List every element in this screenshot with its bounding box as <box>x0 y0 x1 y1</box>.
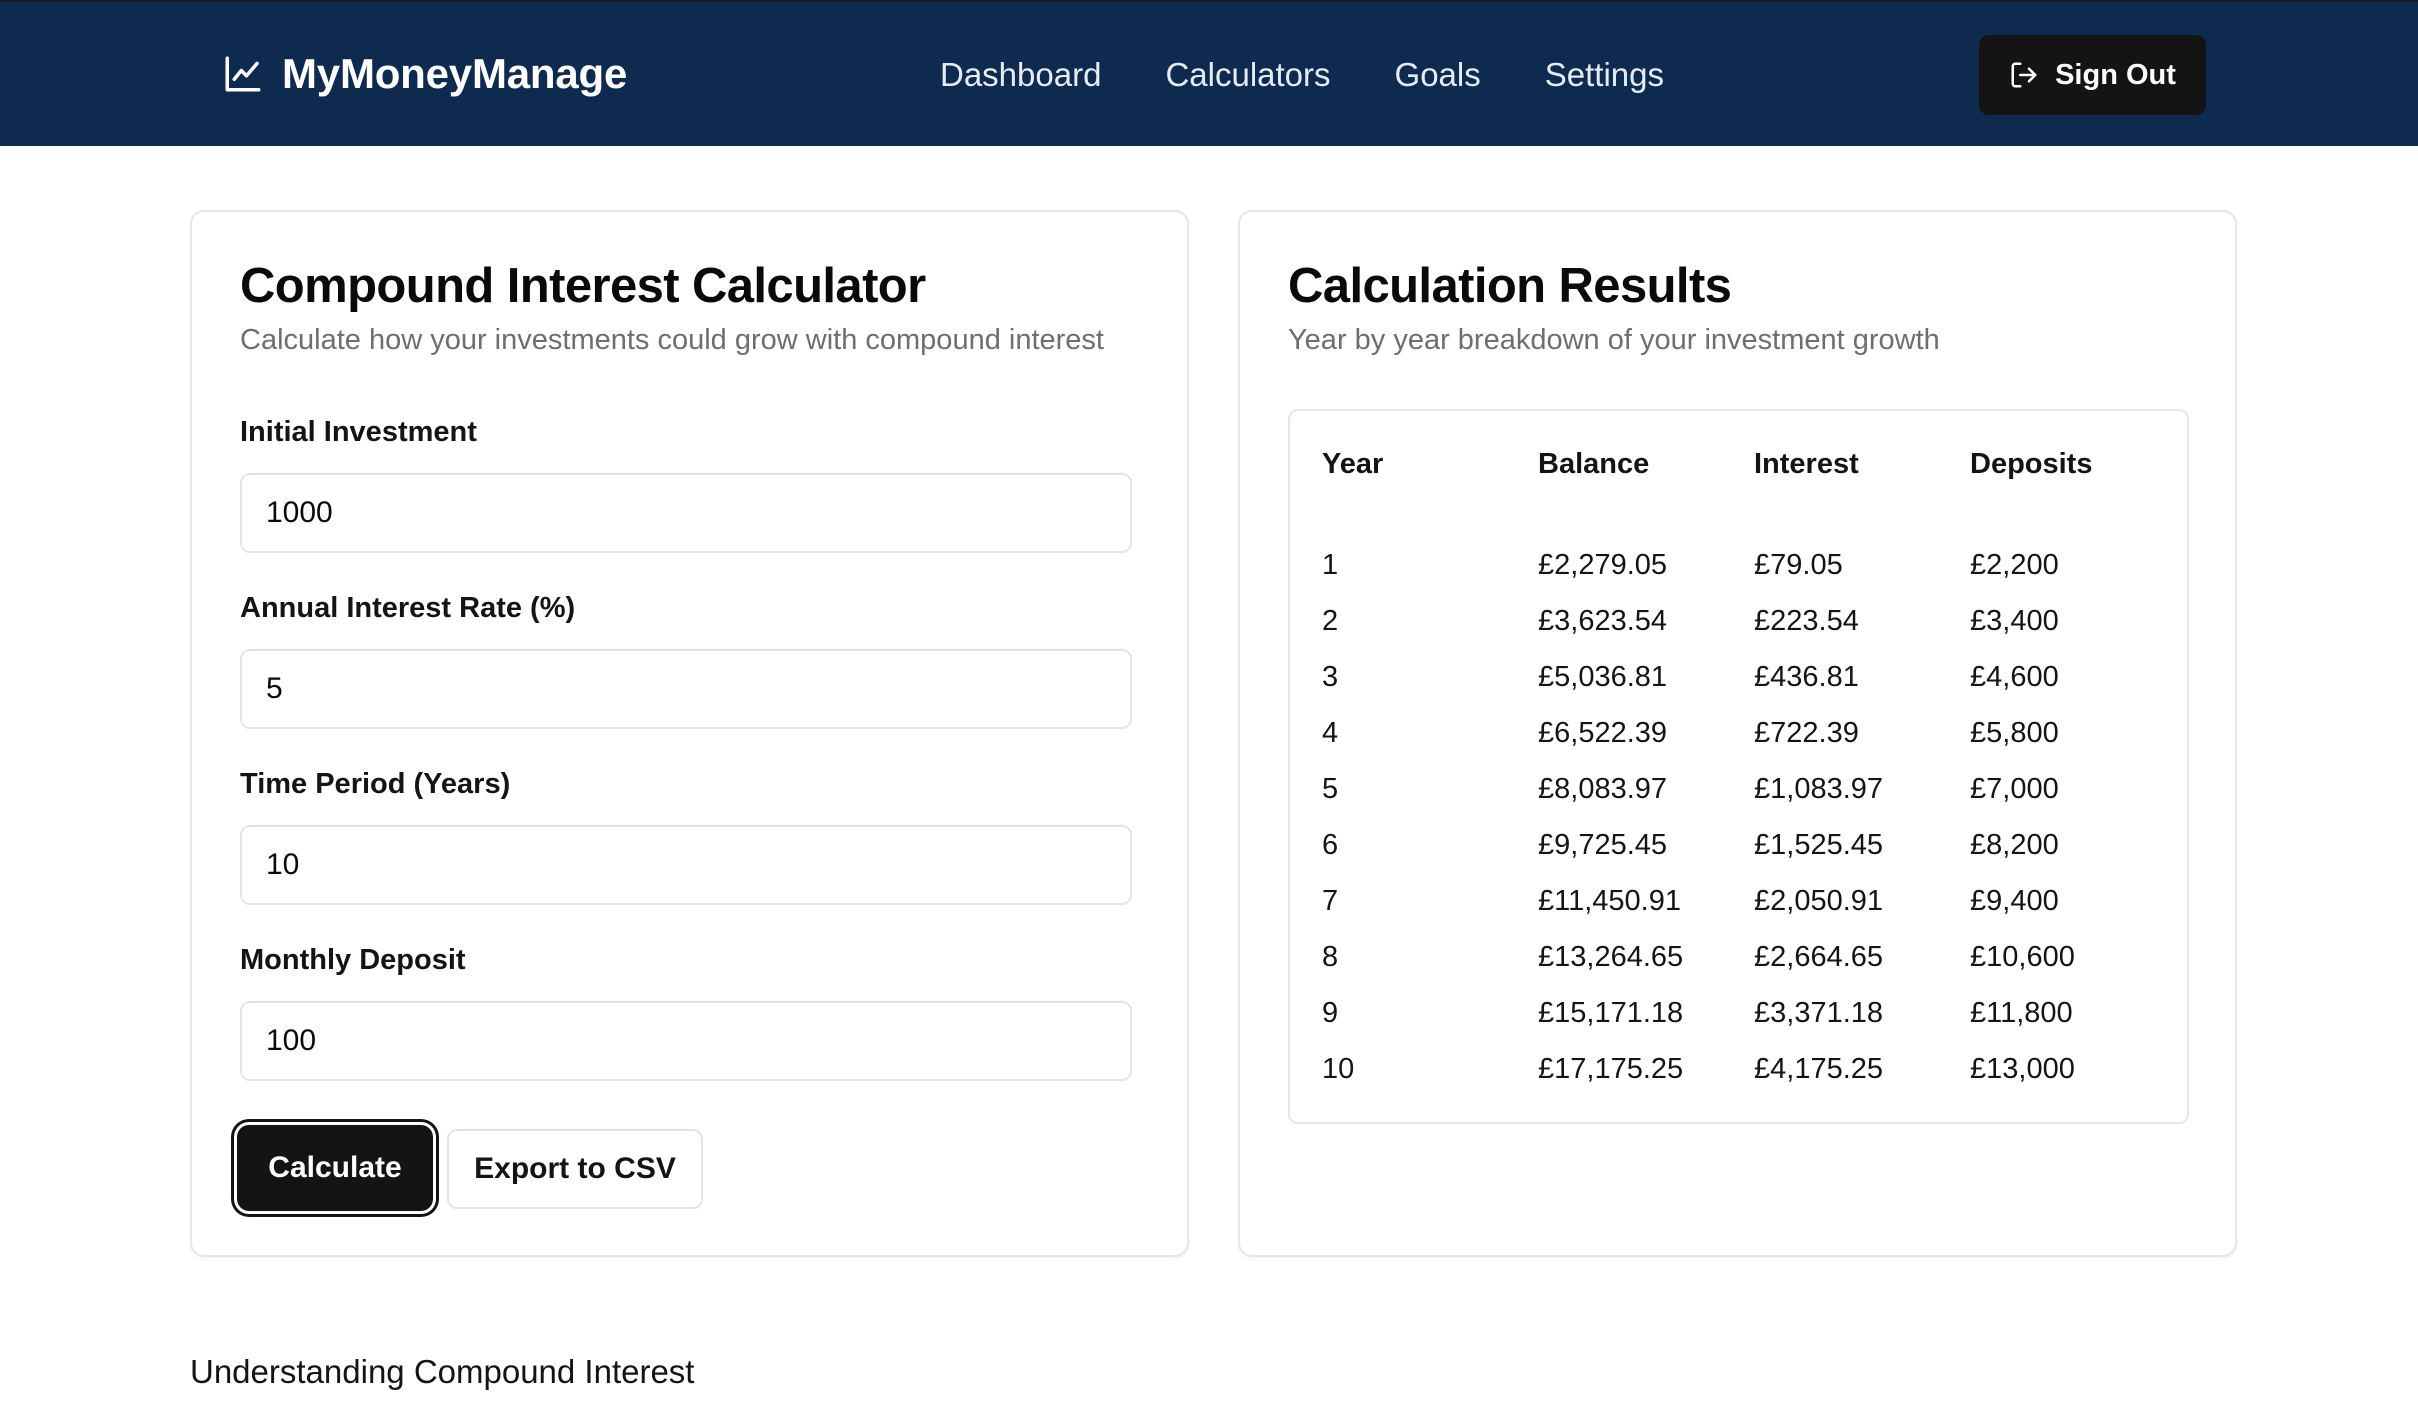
cell-deposits: £5,800 <box>1970 716 2059 749</box>
table-row: 7 £11,450.91 £2,050.91 £9,400 <box>1322 873 2186 929</box>
cell-deposits: £11,800 <box>1970 996 2073 1029</box>
line-chart-icon <box>225 56 261 92</box>
cell-deposits: £13,000 <box>1970 1052 2075 1085</box>
sign-out-button[interactable]: Sign Out <box>1979 35 2206 115</box>
calculate-button[interactable]: Calculate <box>237 1125 433 1211</box>
table-row: 10 £17,175.25 £4,175.25 £13,000 <box>1322 1041 2186 1097</box>
cell-balance: £2,279.05 <box>1538 548 1668 581</box>
results-card: Calculation Results Year by year breakdo… <box>1238 210 2237 1257</box>
cell-balance: £17,175.25 <box>1538 1052 1684 1085</box>
nav-link-settings[interactable]: Settings <box>1545 56 1664 94</box>
nav-link-goals[interactable]: Goals <box>1395 56 1481 94</box>
export-csv-button[interactable]: Export to CSV <box>447 1129 703 1209</box>
cell-year: 10 <box>1322 1052 1355 1085</box>
cell-deposits: £7,000 <box>1970 772 2059 805</box>
nav-link-dashboard[interactable]: Dashboard <box>940 56 1101 94</box>
cell-balance: £15,171.18 <box>1538 996 1684 1029</box>
results-table: Year Balance Interest Deposits 1 £2,279.… <box>1322 411 2186 1097</box>
results-subtitle: Year by year breakdown of your investmen… <box>1288 324 1940 356</box>
understanding-heading: Understanding Compound Interest <box>190 1353 695 1390</box>
cell-deposits: £10,600 <box>1970 940 2075 973</box>
cell-deposits: £3,400 <box>1970 604 2059 637</box>
results-table-container: Year Balance Interest Deposits 1 £2,279.… <box>1288 409 2189 1124</box>
time-period-input[interactable] <box>240 825 1132 905</box>
cell-year: 1 <box>1322 548 1339 581</box>
cell-deposits: £4,600 <box>1970 660 2059 693</box>
cell-balance: £8,083.97 <box>1538 772 1668 805</box>
cell-interest: £2,664.65 <box>1754 940 1884 973</box>
table-row: 8 £13,264.65 £2,664.65 £10,600 <box>1322 929 2186 985</box>
cell-year: 2 <box>1322 604 1339 637</box>
sign-out-label: Sign Out <box>2055 58 2176 91</box>
annual-rate-input[interactable] <box>240 649 1132 729</box>
table-row: 1 £2,279.05 £79.05 £2,200 <box>1322 537 2186 593</box>
cell-interest: £1,525.45 <box>1754 828 1884 861</box>
column-header-balance: Balance <box>1538 447 1650 480</box>
calculator-subtitle: Calculate how your investments could gro… <box>240 324 1104 356</box>
cell-interest: £3,371.18 <box>1754 996 1884 1029</box>
cell-interest: £79.05 <box>1754 548 1843 581</box>
cell-year: 6 <box>1322 828 1339 861</box>
monthly-deposit-input[interactable] <box>240 1001 1132 1081</box>
table-spacer <box>1322 517 2186 537</box>
log-out-icon <box>2011 62 2037 88</box>
cell-year: 8 <box>1322 940 1339 973</box>
cell-interest: £722.39 <box>1754 716 1859 749</box>
cell-balance: £11,450.91 <box>1538 884 1681 917</box>
cell-interest: £1,083.97 <box>1754 772 1884 805</box>
brand-name: MyMoneyManage <box>282 50 628 97</box>
column-header-interest: Interest <box>1754 447 1859 480</box>
cell-year: 9 <box>1322 996 1339 1029</box>
cell-balance: £6,522.39 <box>1538 716 1668 749</box>
cell-interest: £4,175.25 <box>1754 1052 1884 1085</box>
top-navbar: MyMoneyManage Dashboard Calculators Goal… <box>0 0 2418 146</box>
table-row: 4 £6,522.39 £722.39 £5,800 <box>1322 705 2186 761</box>
column-header-year: Year <box>1322 447 1384 480</box>
monthly-deposit-label: Monthly Deposit <box>240 944 466 976</box>
table-row: 2 £3,623.54 £223.54 £3,400 <box>1322 593 2186 649</box>
initial-investment-input[interactable] <box>240 473 1132 553</box>
cell-deposits: £9,400 <box>1970 884 2059 917</box>
cell-balance: £5,036.81 <box>1538 660 1668 693</box>
cell-balance: £13,264.65 <box>1538 940 1684 973</box>
cell-balance: £9,725.45 <box>1538 828 1668 861</box>
table-row: 9 £15,171.18 £3,371.18 £11,800 <box>1322 985 2186 1041</box>
results-title: Calculation Results <box>1288 259 1732 313</box>
cell-interest: £436.81 <box>1754 660 1859 693</box>
cell-year: 4 <box>1322 716 1339 749</box>
cell-year: 3 <box>1322 660 1339 693</box>
table-row: 3 £5,036.81 £436.81 £4,600 <box>1322 649 2186 705</box>
initial-investment-label: Initial Investment <box>240 416 477 448</box>
cell-deposits: £8,200 <box>1970 828 2059 861</box>
brand-logo[interactable]: MyMoneyManage <box>222 44 627 104</box>
column-header-deposits: Deposits <box>1970 447 2093 480</box>
cell-deposits: £2,200 <box>1970 548 2059 581</box>
table-header-row: Year Balance Interest Deposits <box>1322 411 2186 517</box>
time-period-label: Time Period (Years) <box>240 768 511 800</box>
main-nav: Dashboard Calculators Goals Settings <box>940 48 1664 102</box>
cell-interest: £2,050.91 <box>1754 884 1884 917</box>
nav-link-calculators[interactable]: Calculators <box>1165 56 1330 94</box>
cell-year: 7 <box>1322 884 1339 917</box>
annual-rate-label: Annual Interest Rate (%) <box>240 592 576 624</box>
calculator-title: Compound Interest Calculator <box>240 259 926 313</box>
cell-interest: £223.54 <box>1754 604 1859 637</box>
cell-balance: £3,623.54 <box>1538 604 1668 637</box>
cell-year: 5 <box>1322 772 1339 805</box>
calculator-card: Compound Interest Calculator Calculate h… <box>190 210 1189 1257</box>
table-row: 5 £8,083.97 £1,083.97 £7,000 <box>1322 761 2186 817</box>
table-row: 6 £9,725.45 £1,525.45 £8,200 <box>1322 817 2186 873</box>
